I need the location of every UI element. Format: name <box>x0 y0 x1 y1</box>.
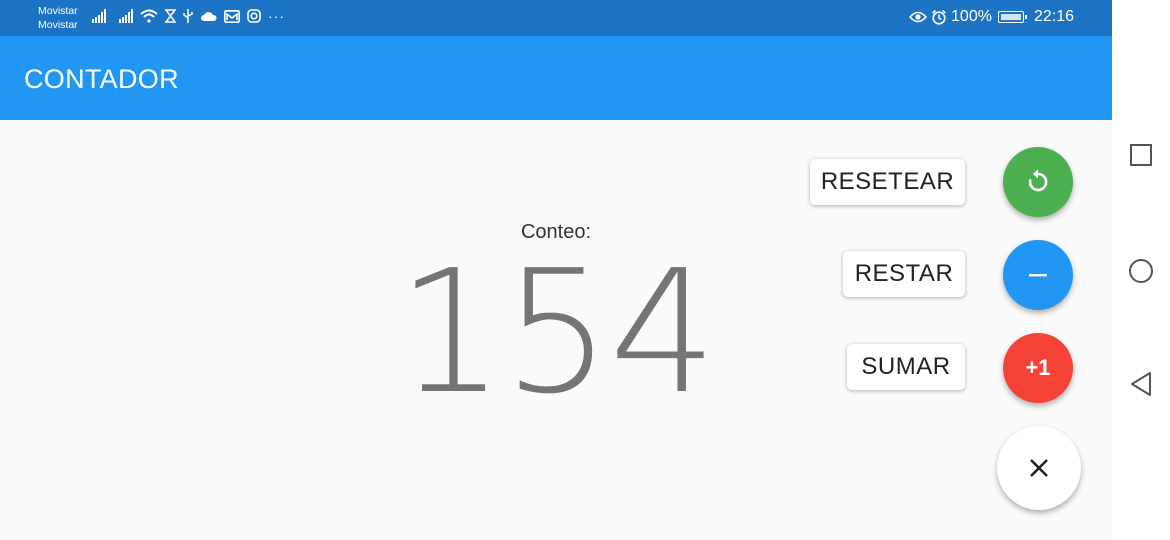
carrier-labels: Movistar Movistar <box>38 4 78 32</box>
close-menu-button[interactable] <box>997 426 1081 510</box>
back-triangle-icon <box>1131 372 1151 396</box>
hourglass-icon <box>165 9 176 23</box>
usb-icon <box>183 9 193 23</box>
subtract-fab-button[interactable] <box>1003 240 1073 310</box>
instagram-icon <box>247 9 261 23</box>
reset-label-button[interactable]: RESETEAR <box>810 159 965 205</box>
back-button[interactable] <box>1128 371 1154 397</box>
notification-icons: ··· <box>92 8 285 24</box>
app-title: CONTADOR <box>24 64 179 94</box>
carrier-1: Movistar <box>38 5 78 17</box>
recent-apps-button[interactable] <box>1128 142 1154 168</box>
system-nav-bar <box>1112 0 1170 540</box>
eye-icon <box>909 11 928 23</box>
app-bar: CONTADOR <box>0 36 1112 120</box>
reset-icon <box>1028 169 1048 192</box>
signal-icon <box>92 9 106 23</box>
circle-icon <box>1129 259 1153 283</box>
reset-fab-button[interactable] <box>1003 147 1073 217</box>
battery-percentage: 100% <box>951 8 992 25</box>
minus-icon <box>1029 274 1047 277</box>
system-status-icons: 100% 22:16 <box>909 8 1074 26</box>
plus-one-text: +1 <box>1025 355 1051 380</box>
square-icon <box>1130 144 1152 166</box>
signal-icon <box>119 9 133 23</box>
subtract-label-button[interactable]: RESTAR <box>843 251 965 297</box>
cloud-icon <box>201 12 217 21</box>
add-label-button[interactable]: SUMAR <box>847 344 965 390</box>
close-icon <box>1030 459 1048 477</box>
more-icon: ··· <box>268 8 285 24</box>
home-button[interactable] <box>1128 258 1154 284</box>
wifi-icon <box>140 9 158 23</box>
mail-icon <box>224 9 240 23</box>
carrier-2: Movistar <box>38 19 78 31</box>
clock-time: 22:16 <box>1033 8 1074 25</box>
status-bar: Movistar Movistar ··· 100% 22:16 <box>0 0 1112 36</box>
alarm-icon <box>932 9 947 25</box>
add-fab-button[interactable]: +1 <box>1003 333 1073 403</box>
battery-icon <box>997 11 1027 23</box>
